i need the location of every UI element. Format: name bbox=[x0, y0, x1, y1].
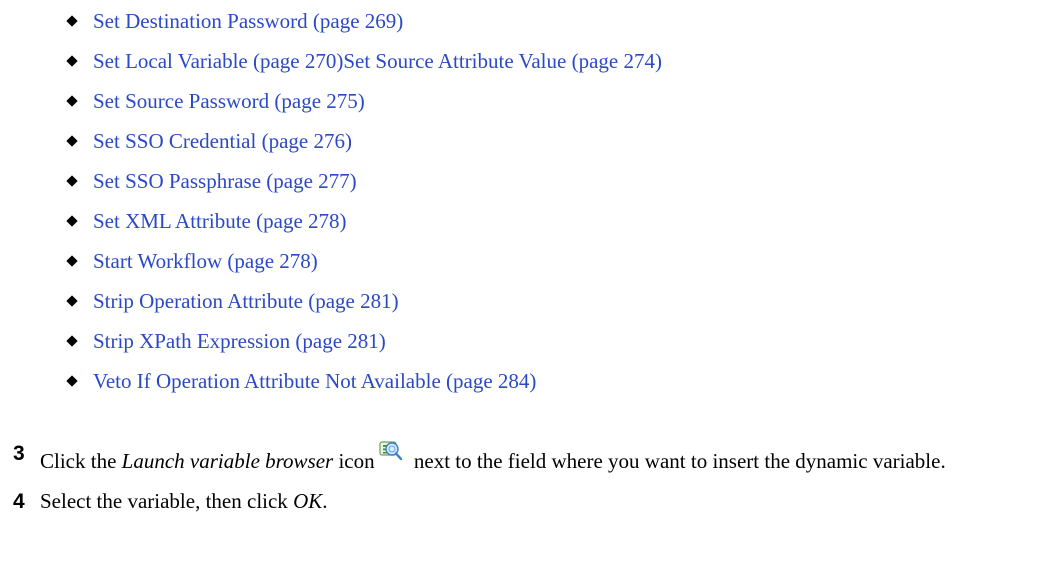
cross-reference-link[interactable]: Veto If Operation Attribute Not Availabl… bbox=[93, 361, 536, 401]
step-4: 4 Select the variable, then click OK. bbox=[0, 488, 1039, 515]
list-item: Set SSO Credential (page 276) bbox=[66, 121, 662, 161]
procedure-steps: 3 Click the Launch variable browser icon… bbox=[0, 440, 1039, 515]
cross-reference-link[interactable]: Set Destination Password (page 269) bbox=[93, 1, 403, 41]
cross-reference-link[interactable]: Strip XPath Expression (page 281) bbox=[93, 321, 386, 361]
step-emphasis: OK bbox=[293, 489, 323, 513]
step-text: Select the variable, then click bbox=[40, 489, 294, 513]
list-item: Veto If Operation Attribute Not Availabl… bbox=[66, 361, 662, 401]
cross-reference-link[interactable]: Strip Operation Attribute (page 281) bbox=[93, 281, 399, 321]
list-item: Set XML Attribute (page 278) bbox=[66, 201, 662, 241]
launch-variable-browser-icon bbox=[379, 440, 403, 462]
cross-reference-link[interactable]: Set XML Attribute (page 278) bbox=[93, 201, 347, 241]
diamond-bullet-icon bbox=[66, 95, 78, 107]
diamond-bullet-icon bbox=[66, 15, 78, 27]
diamond-bullet-icon bbox=[66, 295, 78, 307]
step-text: . bbox=[322, 489, 328, 513]
diamond-bullet-icon bbox=[66, 255, 78, 267]
cross-reference-link[interactable]: Set SSO Credential (page 276) bbox=[93, 121, 352, 161]
step-3: 3 Click the Launch variable browser icon… bbox=[0, 440, 1039, 475]
step-number: 4 bbox=[13, 490, 25, 513]
step-text: next to the field where you want to inse… bbox=[408, 449, 946, 473]
diamond-bullet-icon bbox=[66, 375, 78, 387]
step-emphasis: Launch variable browser bbox=[121, 449, 334, 473]
list-item: Set SSO Passphrase (page 277) bbox=[66, 161, 662, 201]
list-item: Start Workflow (page 278) bbox=[66, 241, 662, 281]
cross-reference-link[interactable]: Set Source Password (page 275) bbox=[93, 81, 365, 121]
step-text: Click the bbox=[40, 449, 122, 473]
list-item: Set Destination Password (page 269) bbox=[66, 1, 662, 41]
diamond-bullet-icon bbox=[66, 175, 78, 187]
list-item: Set Local Variable (page 270)Set Source … bbox=[66, 41, 662, 81]
diamond-bullet-icon bbox=[66, 335, 78, 347]
cross-reference-link[interactable]: Set Local Variable (page 270)Set Source … bbox=[93, 41, 662, 81]
cross-reference-link[interactable]: Set SSO Passphrase (page 277) bbox=[93, 161, 357, 201]
diamond-bullet-icon bbox=[66, 215, 78, 227]
cross-reference-list: Set Destination Password (page 269) Set … bbox=[66, 0, 662, 401]
cross-reference-link[interactable]: Start Workflow (page 278) bbox=[93, 241, 318, 281]
list-item: Set Source Password (page 275) bbox=[66, 81, 662, 121]
list-item: Strip Operation Attribute (page 281) bbox=[66, 281, 662, 321]
diamond-bullet-icon bbox=[66, 135, 78, 147]
step-text: icon bbox=[333, 449, 375, 473]
step-number: 3 bbox=[13, 442, 25, 465]
diamond-bullet-icon bbox=[66, 55, 78, 67]
list-item: Strip XPath Expression (page 281) bbox=[66, 321, 662, 361]
